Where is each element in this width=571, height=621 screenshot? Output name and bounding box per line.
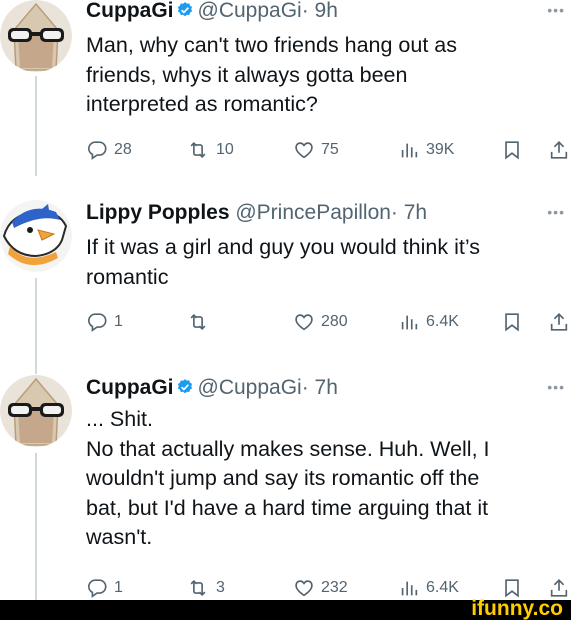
reply-count: 28 <box>114 141 132 158</box>
handle[interactable]: @CuppaGi <box>198 376 302 399</box>
reply-icon <box>88 313 107 332</box>
views-count: 6.4K <box>426 313 459 330</box>
tweet-line: ... Shit. <box>86 407 153 431</box>
tweet-header: CuppaGi @CuppaGi· 7h <box>86 375 338 401</box>
share-icon <box>550 313 568 331</box>
retweet-count: 3 <box>216 579 225 596</box>
thread-line <box>35 278 37 374</box>
tweet-2[interactable]: Lippy Popples @PrincePapillon· 7h ••• If… <box>0 198 571 374</box>
tweet-line: If it was a girl and guy you would think… <box>86 235 480 259</box>
verified-icon <box>176 0 194 18</box>
retweet-icon <box>190 141 206 159</box>
like-count: 75 <box>321 141 339 158</box>
more-icon[interactable]: ••• <box>547 379 565 395</box>
handle[interactable]: @PrincePapillon <box>235 201 391 224</box>
like-icon <box>295 142 313 159</box>
views-icon <box>401 581 418 596</box>
reply-button[interactable]: 1 <box>86 574 123 602</box>
tweet-text: If it was a girl and guy you would think… <box>86 233 561 292</box>
tweet-line: friends, whys it always gotta been <box>86 62 408 87</box>
tweet-line: wouldn't jump and say its romantic off t… <box>86 466 480 490</box>
watermark-logo: ifunny.co <box>471 597 563 620</box>
reply-icon <box>88 141 107 160</box>
avatar-cuppagi[interactable] <box>0 0 72 72</box>
tweet-line: Man, why can't two friends hang out as <box>86 33 458 57</box>
tweet-line: wasn't. <box>86 525 153 549</box>
tweet-line: romantic <box>86 264 169 289</box>
action-bar: 1 280 6.4K <box>86 308 571 336</box>
handle[interactable]: @CuppaGi <box>198 0 302 22</box>
reply-button[interactable]: 28 <box>86 136 132 164</box>
views-button[interactable]: 39K <box>398 136 454 164</box>
retweet-button[interactable]: 10 <box>186 136 234 164</box>
tweet-1[interactable]: CuppaGi @CuppaGi· 9h ••• Man, why can't t… <box>0 0 571 176</box>
more-icon[interactable]: ••• <box>547 2 565 18</box>
more-icon[interactable]: ••• <box>547 204 565 220</box>
thread-line <box>35 76 37 176</box>
display-name[interactable]: CuppaGi <box>86 376 174 399</box>
reply-icon <box>88 579 107 598</box>
share-button[interactable] <box>548 136 570 164</box>
reply-count: 1 <box>114 313 123 330</box>
views-count: 39K <box>426 141 455 158</box>
tweet-header: CuppaGi @CuppaGi· 9h <box>86 0 338 24</box>
timestamp[interactable]: · 7h <box>391 201 427 224</box>
like-button[interactable]: 232 <box>293 574 348 602</box>
reply-button[interactable]: 1 <box>86 308 123 336</box>
retweet-count: 10 <box>216 141 234 158</box>
verified-icon <box>176 377 194 395</box>
tweet-3[interactable]: CuppaGi @CuppaGi· 7h ••• ... Shit. No tha… <box>0 373 571 600</box>
tweet-text: Man, why can't two friends hang out as f… <box>86 31 561 120</box>
tweet-line: interpreted as romantic? <box>86 92 318 116</box>
retweet-icon <box>190 313 206 331</box>
share-button[interactable] <box>548 308 570 336</box>
tweet-text: ... Shit. No that actually makes sense. … <box>86 405 561 553</box>
like-count: 232 <box>321 579 348 596</box>
bookmark-button[interactable] <box>501 136 523 164</box>
retweet-icon <box>190 579 206 597</box>
tweet-header: Lippy Popples @PrincePapillon· 7h <box>86 200 427 226</box>
timestamp[interactable]: · 7h <box>302 376 338 399</box>
views-button[interactable]: 6.4K <box>398 574 459 602</box>
tweet-line: bat, but I'd have a hard time arguing th… <box>86 495 489 520</box>
retweet-button[interactable] <box>186 308 216 336</box>
bookmark-icon <box>505 141 519 160</box>
views-icon <box>401 315 418 330</box>
bookmark-icon <box>505 313 519 332</box>
bookmark-button[interactable] <box>501 308 523 336</box>
views-button[interactable]: 6.4K <box>398 308 459 336</box>
action-bar: 28 10 75 39K <box>86 136 571 164</box>
like-button[interactable]: 75 <box>293 136 339 164</box>
reply-count: 1 <box>114 579 123 596</box>
like-icon <box>295 580 313 597</box>
timestamp[interactable]: · 9h <box>302 0 338 22</box>
share-icon <box>550 141 568 159</box>
display-name[interactable]: CuppaGi <box>86 0 174 22</box>
avatar-lippy-popples[interactable] <box>0 200 72 272</box>
views-count: 6.4K <box>426 579 459 596</box>
avatar-cuppagi[interactable] <box>0 375 72 447</box>
watermark-bar: ifunny.co <box>0 597 571 620</box>
like-icon <box>295 314 313 331</box>
views-icon <box>401 143 418 158</box>
like-button[interactable]: 280 <box>293 308 348 336</box>
display-name[interactable]: Lippy Popples <box>86 201 230 224</box>
thread-line <box>35 453 37 600</box>
tweet-line: No that actually makes sense. Huh. Well,… <box>86 436 490 461</box>
retweet-button[interactable]: 3 <box>186 574 225 602</box>
like-count: 280 <box>321 313 348 330</box>
